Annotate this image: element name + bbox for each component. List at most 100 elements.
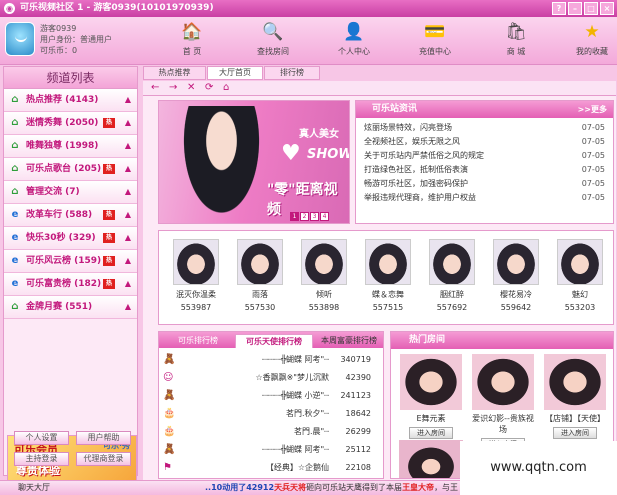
performer-name[interactable]: 胭红醉 [427, 289, 477, 300]
chat-lobby-label[interactable]: 聊天大厅 [18, 481, 50, 495]
tab-hot-recommend[interactable]: 热点推荐 (4143) [143, 66, 206, 89]
room-photo[interactable] [544, 354, 606, 410]
home-small-icon[interactable]: ⌂ [223, 82, 229, 93]
hero-page-2[interactable]: 2 [300, 212, 309, 221]
close-button[interactable]: × [600, 2, 614, 15]
news-more-link[interactable]: >>更多 [578, 101, 607, 118]
performer-card[interactable]: 魅幻 553203 [555, 239, 605, 323]
performer-name[interactable]: 蝶＆恋舞 [363, 289, 413, 300]
sidebar-item-channel[interactable]: ⌂ 唯舞独尊 (1998) ▲ [4, 135, 137, 158]
room-photo[interactable] [400, 354, 462, 410]
performer-card[interactable]: 泯灭你温柔 553987 [171, 239, 221, 323]
performer-name[interactable]: 魅幻 [555, 289, 605, 300]
nav-favorites[interactable]: ★ 我的收藏 [562, 21, 617, 57]
tab-ranking[interactable]: 排行榜 [264, 66, 320, 80]
stop-icon[interactable]: ✕ [187, 82, 195, 93]
nav-search-room[interactable]: 🔍 查找房间 [243, 21, 303, 57]
performer-name[interactable]: 樱花易冷 [491, 289, 541, 300]
nav-shop[interactable]: 🛍 商 城 [486, 21, 546, 57]
performer-name[interactable]: 倾听 [299, 289, 349, 300]
nav-personal-center[interactable]: 👤 个人中心 [324, 21, 384, 57]
table-row[interactable]: 🧸 ┈┈┈┈╬蝴蝶 阿考"┈ 25112 [159, 442, 383, 458]
news-text[interactable]: 打造绿色社区，抵制低俗表演 [364, 165, 468, 174]
sidebar-item-channel[interactable]: ⌂ 金牌月赛 (551) ▲ [4, 296, 137, 319]
enter-room-button[interactable]: 进入房间 [409, 427, 453, 439]
chevron-up-icon[interactable]: ▲ [125, 112, 131, 134]
agent-login-button[interactable]: 代理商登录 [76, 452, 131, 466]
minimize-button[interactable]: – [568, 2, 582, 15]
chevron-up-icon[interactable]: ▲ [125, 135, 131, 157]
room-name[interactable]: 爱识幻影--贵族视场 [471, 413, 535, 435]
chevron-up-icon[interactable]: ▲ [125, 89, 131, 111]
performer-card[interactable]: 蝶＆恋舞 557515 [363, 239, 413, 323]
table-row[interactable]: 🎂 茗門.秋夕"┈ 18642 [159, 406, 383, 422]
table-row[interactable]: ☺ ☆香飘飘※"梦儿沉默 42390 [159, 370, 383, 386]
performer-name[interactable]: 雨落 [235, 289, 285, 300]
sidebar-item-channel[interactable]: e 快乐30秒 (329) 热 ▲ [4, 227, 137, 250]
hero-page-1[interactable]: 1 [290, 212, 299, 221]
chevron-up-icon[interactable]: ▲ [125, 158, 131, 180]
table-row[interactable]: 🎂 茗門.晨"┈ 26299 [159, 424, 383, 440]
personal-settings-button[interactable]: 个人设置 [14, 431, 69, 445]
enter-room-button[interactable]: 进入房间 [553, 427, 597, 439]
sidebar-item-channel[interactable]: ⌂ 热点推荐 (4143) ▲ [4, 89, 137, 112]
performer-name[interactable]: 泯灭你温柔 [171, 289, 221, 300]
room-name[interactable]: 【店铺】【天使】 [543, 413, 607, 424]
back-icon[interactable]: ← [151, 82, 159, 93]
hero-page-3[interactable]: 3 [310, 212, 319, 221]
room-photo[interactable] [472, 354, 534, 410]
news-text[interactable]: 畅游可乐社区，加强密码保护 [364, 179, 468, 188]
maximize-button[interactable]: □ [584, 2, 598, 15]
tab-lobby-home[interactable]: 大厅首页 [207, 66, 263, 80]
nav-home[interactable]: 🏠 首 页 [162, 21, 222, 57]
chevron-up-icon[interactable]: ▲ [125, 296, 131, 318]
tab-rich-rank[interactable]: 本周富豪排行榜 [315, 334, 383, 348]
tab-angel-rank[interactable]: 可乐天使排行榜 [235, 334, 313, 348]
chevron-up-icon[interactable]: ▲ [125, 204, 131, 226]
news-text[interactable]: 关于可乐站内严禁低俗之风的规定 [364, 151, 484, 160]
performer-photo[interactable] [301, 239, 347, 285]
news-text[interactable]: 炫丽场景特效，闪亮登场 [364, 123, 452, 132]
performer-card[interactable]: 樱花易冷 559642 [491, 239, 541, 323]
news-item[interactable]: 关于可乐站内严禁低俗之风的规定 07-05 [356, 149, 613, 163]
room-card[interactable]: 爱识幻影--贵族视场进入房间 [471, 354, 535, 450]
chevron-up-icon[interactable]: ▲ [125, 273, 131, 295]
performer-photo[interactable] [365, 239, 411, 285]
performer-photo[interactable] [429, 239, 475, 285]
performer-card[interactable]: 雨落 557530 [235, 239, 285, 323]
sidebar-item-channel[interactable]: e 改革车行 (588) 热 ▲ [4, 204, 137, 227]
room-card[interactable]: E舞元素进入房间 [399, 354, 463, 439]
table-row[interactable]: 🧸 ┈┈┈┈╬蝴蝶 小逆"┈ 241123 [159, 388, 383, 404]
news-item[interactable]: 畅游可乐社区，加强密码保护 07-05 [356, 177, 613, 191]
table-row[interactable]: 🧸 ┈┈┈┈╬蝴蝶 阿考"┈ 340719 [159, 352, 383, 368]
performer-photo[interactable] [173, 239, 219, 285]
performer-card[interactable]: 胭红醉 557692 [427, 239, 477, 323]
news-item[interactable]: 打造绿色社区，抵制低俗表演 07-05 [356, 163, 613, 177]
forward-icon[interactable]: → [169, 82, 177, 93]
performer-photo[interactable] [237, 239, 283, 285]
help-button[interactable]: ? [552, 2, 566, 15]
avatar[interactable] [5, 22, 35, 56]
sidebar-item-channel[interactable]: ⌂ 迷情秀舞 (2050) 热 ▲ [4, 112, 137, 135]
sidebar-item-channel[interactable]: e 可乐风云榜 (159) 热 ▲ [4, 250, 137, 273]
sidebar-item-channel[interactable]: e 可乐富贵榜 (182) 热 ▲ [4, 273, 137, 296]
table-row[interactable]: ⚑ 【经典】☆企鹅仙 22108 [159, 460, 383, 476]
user-help-button[interactable]: 用户帮助 [76, 431, 131, 445]
performer-card[interactable]: 倾听 553898 [299, 239, 349, 323]
chevron-up-icon[interactable]: ▲ [125, 227, 131, 249]
room-name[interactable]: E舞元素 [399, 413, 463, 424]
performer-photo[interactable] [557, 239, 603, 285]
news-item[interactable]: 炫丽场景特效，闪亮登场 07-05 [356, 121, 613, 135]
sidebar-item-channel[interactable]: ⌂ 可乐点歌台 (205) 热 ▲ [4, 158, 137, 181]
refresh-icon[interactable]: ⟳ [205, 82, 213, 93]
news-item[interactable]: 全视频社区，娱乐无限之风 07-05 [356, 135, 613, 149]
chevron-up-icon[interactable]: ▲ [125, 250, 131, 272]
nav-recharge[interactable]: 💳 充值中心 [405, 21, 465, 57]
hero-banner[interactable]: ♥ 真人美女 SHOW "零"距离视频 [158, 100, 350, 224]
news-text[interactable]: 举报违规代理商，维护用户权益 [364, 193, 476, 202]
room-photo-partial[interactable] [399, 440, 463, 478]
room-card[interactable]: 【店铺】【天使】 进入房间 [543, 354, 607, 439]
hero-page-4[interactable]: 4 [320, 212, 329, 221]
performer-photo[interactable] [493, 239, 539, 285]
sidebar-item-channel[interactable]: ⌂ 管理交流 (7) ▲ [4, 181, 137, 204]
